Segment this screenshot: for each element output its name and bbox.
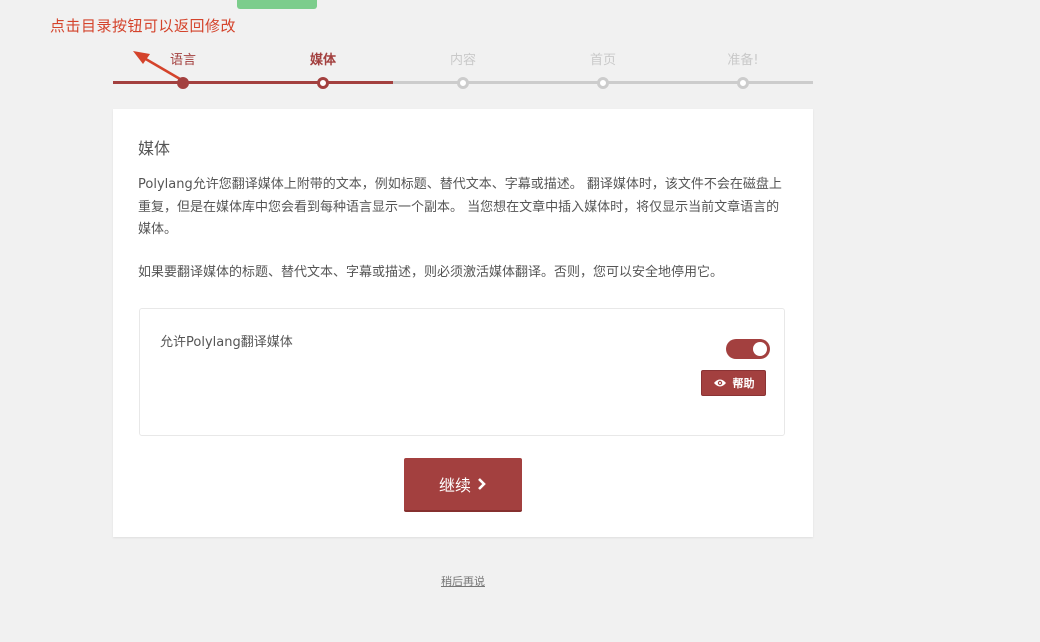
help-button[interactable]: 帮助 — [701, 370, 766, 396]
step-label: 语言 — [169, 53, 196, 68]
step-label: 准备! — [727, 53, 759, 68]
card-title: 媒体 — [138, 139, 171, 158]
step-label: 首页 — [589, 53, 616, 68]
step-label: 内容 — [449, 53, 476, 68]
step-ready: 准备! — [703, 52, 783, 89]
top-tab-indicator — [237, 0, 317, 9]
step-dot — [177, 77, 189, 89]
option-label: 允许Polylang翻译媒体 — [160, 335, 293, 350]
continue-button-label: 继续 — [438, 476, 471, 495]
toggle-knob — [753, 342, 767, 356]
step-dot — [317, 77, 329, 89]
media-settings-card: 媒体 Polylang允许您翻译媒体上附带的文本，例如标题、替代文本、字幕或描述… — [113, 109, 813, 537]
step-dot — [597, 77, 609, 89]
media-translation-option: 允许Polylang翻译媒体 帮助 — [139, 308, 785, 436]
media-translation-toggle[interactable] — [726, 339, 770, 359]
step-dot — [737, 77, 749, 89]
card-description: Polylang允许您翻译媒体上附带的文本，例如标题、替代文本、字幕或描述。 翻… — [138, 177, 782, 237]
stepper-progress — [113, 81, 393, 84]
step-dot — [457, 77, 469, 89]
continue-button[interactable]: 继续 — [404, 458, 522, 512]
help-button-label: 帮助 — [732, 377, 755, 390]
chevron-right-icon — [478, 478, 486, 490]
step-content: 内容 — [423, 52, 503, 89]
card-description-secondary: 如果要翻译媒体的标题、替代文本、字幕或描述，则必须激活媒体翻译。否则，您可以安全… — [138, 265, 724, 280]
step-language[interactable]: 语言 — [143, 52, 223, 89]
annotation-note: 点击目录按钮可以返回修改 — [50, 17, 237, 35]
setup-wizard-window: 点击目录按钮可以返回修改 语言 媒体 内容 首页 准备! 媒体 Polylang… — [0, 0, 1040, 642]
eye-icon — [713, 379, 726, 387]
step-label: 媒体 — [309, 53, 336, 68]
step-media[interactable]: 媒体 — [283, 52, 363, 89]
step-homepage: 首页 — [563, 52, 643, 89]
skip-later-link[interactable]: 稍后再说 — [0, 573, 926, 589]
